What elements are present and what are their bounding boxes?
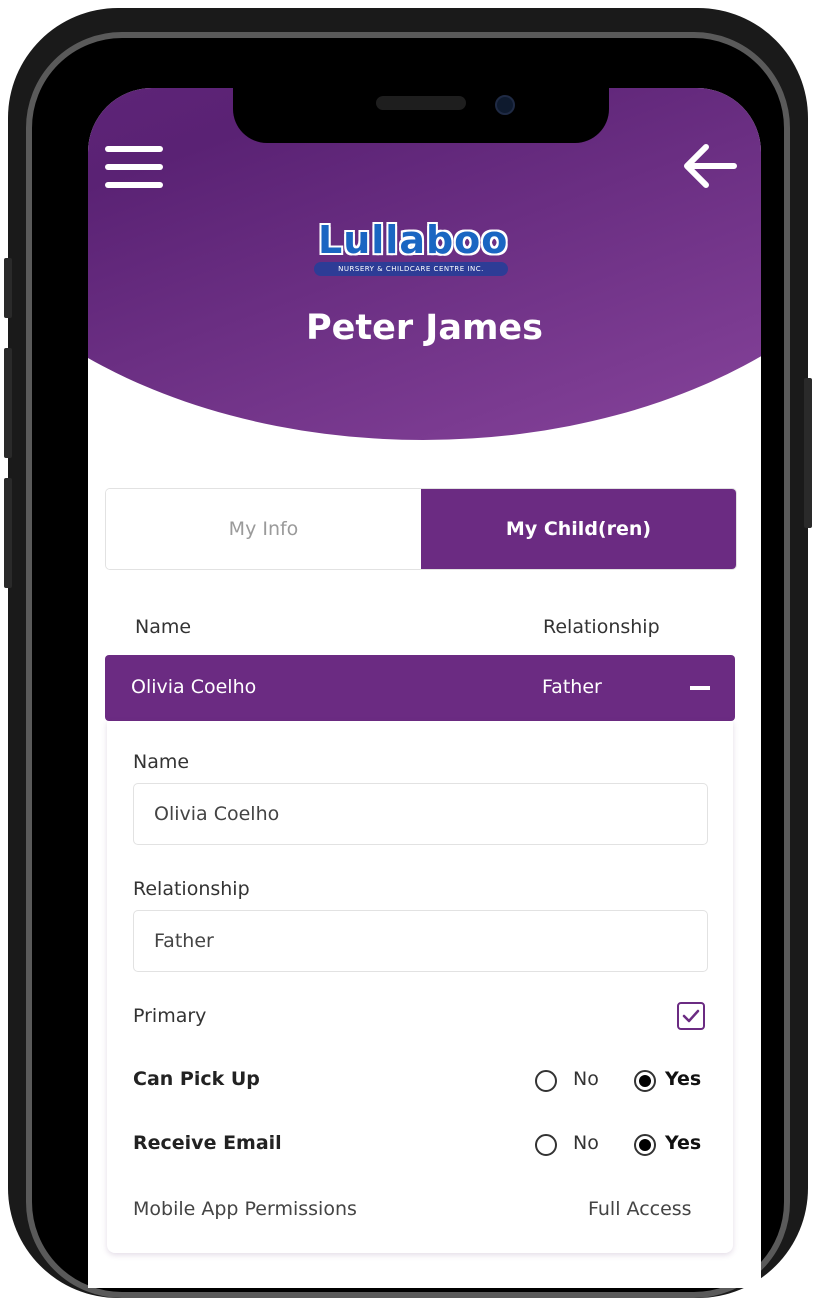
primary-checkbox[interactable] [677, 1002, 705, 1030]
phone-side-button [4, 258, 12, 318]
collapse-minus-icon[interactable] [690, 686, 710, 690]
receive-email-yes-radio[interactable] [634, 1134, 656, 1156]
front-camera [495, 95, 515, 115]
tab-my-info[interactable]: My Info [106, 489, 421, 569]
speaker-grille [376, 96, 466, 110]
relationship-label: Relationship [133, 878, 250, 900]
lullaboo-logo: Lullaboo NURSERY & CHILDCARE CENTRE INC. [306, 198, 516, 293]
name-field[interactable]: Olivia Coelho [133, 783, 708, 845]
user-name-title: Peter James [306, 308, 543, 348]
back-arrow-icon[interactable] [682, 143, 738, 189]
relationship-field[interactable]: Father [133, 910, 708, 972]
receive-email-no-radio[interactable] [535, 1134, 557, 1156]
logo-text: Lullaboo [318, 218, 509, 262]
phone-side-button [4, 348, 12, 458]
checkmark-icon [682, 1009, 700, 1023]
child-relationship: Father [542, 676, 602, 698]
receive-email-yes-label: Yes [665, 1132, 702, 1154]
child-accordion-header[interactable]: Olivia Coelho Father [105, 655, 735, 721]
phone-notch [233, 88, 609, 143]
phone-frame: Lullaboo NURSERY & CHILDCARE CENTRE INC.… [4, 8, 812, 1298]
child-detail-panel: Name Olivia Coelho Relationship Father P… [107, 721, 733, 1253]
can-pick-up-yes-label: Yes [665, 1068, 702, 1090]
phone-side-button [804, 378, 812, 528]
tab-bar: My Info My Child(ren) [105, 488, 737, 570]
app-screen: Lullaboo NURSERY & CHILDCARE CENTRE INC.… [88, 88, 761, 1288]
can-pick-up-no-radio[interactable] [535, 1070, 557, 1092]
can-pick-up-label: Can Pick Up [133, 1068, 260, 1090]
mobile-app-permissions-value: Full Access [588, 1198, 692, 1220]
can-pick-up-yes-radio[interactable] [634, 1070, 656, 1092]
mobile-app-permissions-label: Mobile App Permissions [133, 1198, 357, 1220]
primary-label: Primary [133, 1005, 207, 1027]
hamburger-menu-icon[interactable] [105, 146, 163, 188]
receive-email-no-label: No [573, 1132, 599, 1154]
name-label: Name [133, 751, 190, 773]
child-name: Olivia Coelho [131, 676, 257, 698]
receive-email-label: Receive Email [133, 1132, 282, 1154]
tab-my-children[interactable]: My Child(ren) [421, 489, 736, 569]
column-header-relationship: Relationship [543, 616, 660, 638]
can-pick-up-no-label: No [573, 1068, 599, 1090]
logo-subtext: NURSERY & CHILDCARE CENTRE INC. [314, 262, 508, 276]
phone-side-button [4, 478, 12, 588]
column-header-name: Name [135, 616, 192, 638]
